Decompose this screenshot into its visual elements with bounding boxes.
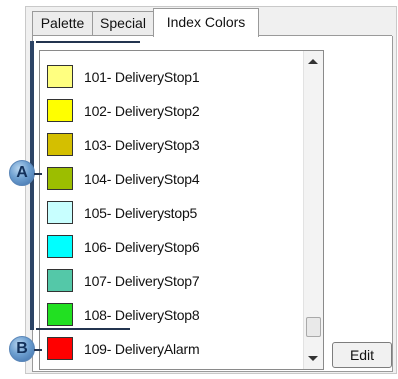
index-colors-panel: 109- DeliveryAlarm 108- DeliveryStop8 107-… <box>32 36 393 372</box>
scroll-thumb[interactable] <box>306 317 321 337</box>
scroll-up-arrow-icon[interactable] <box>308 59 318 64</box>
color-item-label: 103- DeliveryStop3 <box>84 137 200 153</box>
color-item-label: 107- DeliveryStop7 <box>84 273 200 289</box>
color-item-label: 106- DeliveryStop6 <box>84 239 200 255</box>
tab-index-colors[interactable]: Index Colors <box>153 8 259 37</box>
index-color-list[interactable]: 109- DeliveryAlarm 108- DeliveryStop8 107-… <box>39 50 324 370</box>
scroll-down-arrow-icon[interactable] <box>308 356 318 361</box>
color-list-item[interactable]: 104- DeliveryStop4 <box>40 162 304 196</box>
color-list-item[interactable]: 101- DeliveryStop1 <box>40 60 304 94</box>
color-list-item[interactable]: 108- DeliveryStop8 <box>40 298 304 332</box>
color-list-item[interactable]: 109- DeliveryAlarm <box>40 332 304 366</box>
color-swatch <box>47 303 73 326</box>
callout-a-badge: A <box>9 160 35 186</box>
color-list-item[interactable]: 103- DeliveryStop3 <box>40 128 304 162</box>
color-swatch <box>47 167 73 190</box>
edit-button[interactable]: Edit <box>332 342 392 368</box>
callout-a-bracket <box>30 41 34 330</box>
color-item-label: 102- DeliveryStop2 <box>84 103 200 119</box>
color-swatch <box>47 99 73 122</box>
color-list-item[interactable]: 107- DeliveryStop7 <box>40 264 304 298</box>
color-item-label: 104- DeliveryStop4 <box>84 171 200 187</box>
color-list-item[interactable]: 102- DeliveryStop2 <box>40 94 304 128</box>
color-item-label: 108- DeliveryStop8 <box>84 307 200 323</box>
callout-b-badge: B <box>9 336 35 362</box>
color-item-label: 109- DeliveryAlarm <box>84 341 200 357</box>
color-picker-dialog: Palette Special Index Colors 109- Delive… <box>25 6 397 374</box>
color-swatch <box>47 337 73 360</box>
tab-palette[interactable]: Palette <box>32 11 93 35</box>
color-list-item[interactable]: 105- Deliverystop5 <box>40 196 304 230</box>
color-item-label: 101- DeliveryStop1 <box>84 69 200 85</box>
color-item-label: 105- Deliverystop5 <box>84 205 198 221</box>
color-swatch <box>47 235 73 258</box>
callout-a-top-line <box>36 41 140 43</box>
color-swatch <box>47 65 73 88</box>
color-swatch <box>47 133 73 156</box>
tab-special[interactable]: Special <box>92 11 154 35</box>
color-list-item[interactable]: 106- DeliveryStop6 <box>40 230 304 264</box>
color-swatch <box>47 269 73 292</box>
vertical-scrollbar[interactable] <box>303 51 323 369</box>
callout-a-pointer <box>34 173 42 175</box>
color-swatch <box>47 201 73 224</box>
callout-b-pointer <box>34 349 42 351</box>
callout-a-bottom-line <box>36 328 130 330</box>
